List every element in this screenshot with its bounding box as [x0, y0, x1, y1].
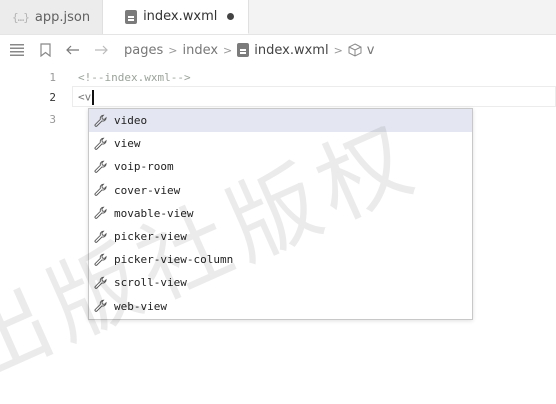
line-number: 1: [49, 70, 56, 84]
wrench-icon: [94, 276, 107, 289]
forward-arrow-icon[interactable]: [90, 39, 112, 61]
breadcrumb-item-file[interactable]: index.wxml: [254, 43, 328, 58]
suggestion-label: web-view: [114, 299, 167, 313]
suggestion-item[interactable]: movable-view: [89, 202, 472, 225]
code-text: <!--index.wxml-->: [78, 70, 191, 84]
wrench-icon: [94, 114, 107, 127]
breadcrumb-item-symbol[interactable]: v: [367, 43, 375, 58]
chevron-right-icon: >: [223, 43, 233, 57]
line-number: 2: [49, 90, 56, 104]
suggestion-label: cover-view: [114, 183, 181, 197]
editor-tab-bar: {…} app.json index.wxml: [0, 0, 556, 35]
tab-index-wxml[interactable]: index.wxml: [103, 0, 250, 34]
code-line: 1 <!--index.wxml-->: [0, 66, 556, 88]
wxml-file-icon: [125, 9, 138, 24]
breadcrumb-bar: pages > index > index.wxml > v: [0, 36, 556, 64]
tab-label: app.json: [34, 9, 91, 25]
tab-app-json[interactable]: {…} app.json: [0, 0, 104, 34]
tab-label: index.wxml: [143, 9, 218, 24]
breadcrumb-item-pages[interactable]: pages: [124, 43, 163, 58]
unsaved-dot-icon[interactable]: [227, 13, 235, 20]
code-text: <v: [78, 89, 95, 105]
autocomplete-suggestion-list[interactable]: video view voip-room cover-view movable-…: [88, 108, 473, 320]
suggestion-item[interactable]: web-view: [89, 295, 472, 318]
suggestion-label: picker-view: [114, 230, 187, 244]
suggestion-label: movable-view: [114, 206, 194, 220]
suggestion-label: scroll-view: [114, 276, 187, 290]
suggestion-label: view: [114, 137, 141, 151]
typed-text: <v: [78, 90, 92, 103]
wxml-file-icon: [237, 43, 250, 57]
wrench-icon: [94, 183, 107, 196]
breadcrumb-item-index[interactable]: index: [182, 43, 218, 58]
wrench-icon: [94, 299, 107, 312]
suggestion-item[interactable]: voip-room: [89, 155, 472, 178]
suggestion-item[interactable]: scroll-view: [89, 271, 472, 294]
wrench-icon: [94, 207, 107, 220]
element-cube-icon: [348, 43, 362, 57]
breadcrumb: pages > index > index.wxml > v: [124, 43, 375, 58]
suggestion-label: video: [114, 114, 148, 128]
suggestion-label: voip-room: [114, 160, 174, 174]
wrench-icon: [94, 230, 107, 243]
current-line-highlight: [72, 86, 556, 107]
suggestion-item[interactable]: picker-view: [89, 225, 472, 248]
outline-list-icon[interactable]: [6, 39, 28, 61]
text-caret: [92, 89, 95, 105]
current-code-line: 2 <v: [0, 86, 556, 108]
suggestion-item[interactable]: video: [89, 109, 472, 133]
wrench-icon: [94, 253, 107, 266]
wrench-icon: [94, 137, 107, 150]
chevron-right-icon: >: [333, 43, 343, 57]
suggestion-item[interactable]: view: [89, 132, 472, 155]
suggestion-label: picker-view-column: [114, 253, 234, 267]
back-arrow-icon[interactable]: [62, 39, 84, 61]
bookmark-icon[interactable]: [34, 39, 56, 61]
json-braces-icon: {…}: [12, 10, 30, 24]
wrench-icon: [94, 160, 107, 173]
chevron-right-icon: >: [168, 43, 178, 57]
suggestion-item[interactable]: cover-view: [89, 179, 472, 202]
line-number: 3: [49, 112, 56, 126]
suggestion-item[interactable]: picker-view-column: [89, 248, 472, 271]
